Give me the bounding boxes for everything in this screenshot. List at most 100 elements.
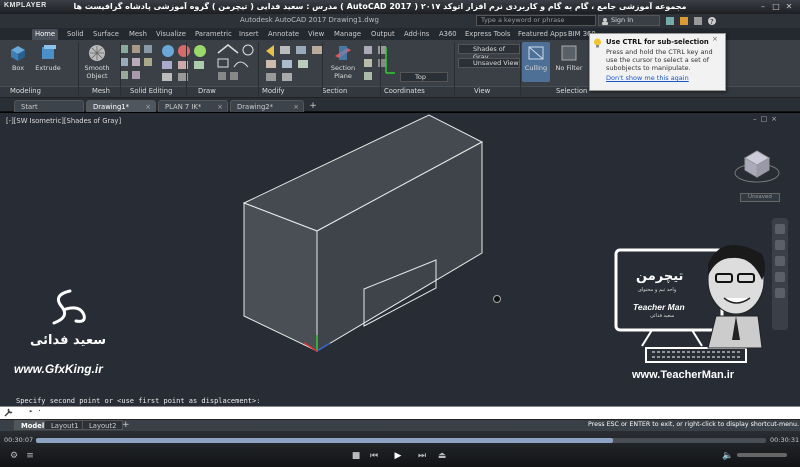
section-plane-icon xyxy=(335,46,351,60)
video-title: مجموعه آموزشی جامع ، گام به گام و کاربرد… xyxy=(73,2,687,11)
layout-tab-layout2[interactable]: Layout2 xyxy=(82,420,124,430)
visual-style-dropdown[interactable]: Shades of Gray xyxy=(458,44,520,61)
stop-icon[interactable]: ■ xyxy=(350,450,362,462)
layout-tab-layout1[interactable]: Layout1 xyxy=(44,420,86,430)
culling-button[interactable]: Culling xyxy=(522,42,550,82)
svg-text:?: ? xyxy=(710,18,714,26)
kmplayer-logo: KMPLAYER xyxy=(4,2,47,9)
panel-label-solid-editing[interactable]: Solid Editing xyxy=(130,87,172,95)
command-line-input[interactable] xyxy=(0,406,800,419)
user-icon xyxy=(602,18,608,25)
tab-mesh[interactable]: Mesh xyxy=(126,29,150,40)
signature-logo xyxy=(52,289,86,325)
acad-window-title: Autodesk AutoCAD 2017 Drawing1.dwg xyxy=(240,16,379,24)
panel-divider xyxy=(78,42,79,96)
panel-label-view[interactable]: View xyxy=(474,87,490,95)
panel-label-draw[interactable]: Draw xyxy=(198,87,216,95)
culling-icon xyxy=(528,46,544,60)
previous-icon[interactable]: ⏮ xyxy=(368,450,380,462)
maximize-icon[interactable]: □ xyxy=(771,2,781,12)
box-icon xyxy=(11,46,25,61)
new-tab-plus-icon[interactable]: + xyxy=(308,101,318,111)
settings-icon[interactable]: ⚙ xyxy=(8,450,20,462)
toolbar-icons[interactable]: ? xyxy=(666,16,726,26)
tab-featured-apps[interactable]: Featured Apps xyxy=(515,29,570,40)
dont-show-again-link[interactable]: Don't show me this again xyxy=(606,74,720,82)
file-tab-drawing1[interactable]: Drawing1* × xyxy=(86,100,156,112)
smooth-object-button[interactable]: Smooth Object xyxy=(82,42,112,82)
tab-visualize[interactable]: Visualize xyxy=(153,29,189,40)
command-history-text: Specify second point or <use first point… xyxy=(16,397,261,405)
tooltip-close-icon[interactable]: × xyxy=(712,35,720,43)
file-tab-plan[interactable]: PLAN 7 IK* × xyxy=(158,100,228,112)
orbit-icon[interactable] xyxy=(775,272,785,282)
close-tab-icon[interactable]: × xyxy=(293,101,299,113)
panel-label-mesh[interactable]: Mesh xyxy=(92,87,110,95)
watermark-author-name: سعید فدائی xyxy=(30,333,106,348)
tab-parametric[interactable]: Parametric xyxy=(192,29,235,40)
named-view-dropdown[interactable]: Unsaved View xyxy=(458,58,520,68)
mesh-tools[interactable] xyxy=(118,43,158,85)
pan-icon[interactable] xyxy=(775,240,785,250)
lightbulb-icon xyxy=(594,38,601,48)
panel-label-modify[interactable]: Modify xyxy=(262,87,285,95)
panel-divider xyxy=(454,42,455,96)
tab-view[interactable]: View xyxy=(305,29,327,40)
draw-tools[interactable] xyxy=(188,43,258,85)
play-icon[interactable]: ▶ xyxy=(392,450,404,462)
tab-annotate[interactable]: Annotate xyxy=(265,29,302,40)
view-direction-dropdown[interactable]: Top xyxy=(400,72,448,82)
modify-tools[interactable] xyxy=(262,43,330,85)
panel-label-modeling[interactable]: Modeling xyxy=(10,87,41,95)
panel-label-selection[interactable]: Selection xyxy=(556,87,587,95)
viewport-window-controls[interactable]: –□× xyxy=(753,115,781,123)
volume-icon[interactable]: 🔈 xyxy=(722,450,734,462)
eject-icon[interactable]: ⏏ xyxy=(436,450,448,462)
tab-home[interactable]: Home xyxy=(32,29,59,40)
tab-insert[interactable]: Insert xyxy=(236,29,262,40)
file-tab-drawing2[interactable]: Drawing2* × xyxy=(230,100,304,112)
panel-label-coordinates[interactable]: Coordinates xyxy=(384,87,425,95)
tab-express-tools[interactable]: Express Tools xyxy=(462,29,513,40)
minimize-icon[interactable]: – xyxy=(758,2,768,12)
tab-output[interactable]: Output xyxy=(368,29,398,40)
steering-wheel-icon[interactable] xyxy=(775,224,785,234)
filter-icon xyxy=(561,45,577,61)
watermark-gfxking-url: www.GfxKing.ir xyxy=(14,362,103,376)
extrude-button[interactable]: Extrude xyxy=(34,42,62,82)
volume-slider[interactable] xyxy=(737,453,787,457)
showmotion-icon[interactable] xyxy=(775,288,785,298)
panel-divider xyxy=(186,42,187,96)
teacherman-brand-en: Teacher Man xyxy=(633,302,685,312)
tab-manage[interactable]: Manage xyxy=(331,29,364,40)
close-tab-icon[interactable]: × xyxy=(217,101,223,113)
tab-solid[interactable]: Solid xyxy=(64,29,87,40)
panel-label-section[interactable]: Section xyxy=(322,87,347,95)
current-time: 00:30:07 xyxy=(4,436,34,444)
total-time: 00:30:31 xyxy=(770,436,800,444)
watermark-teacherman-url: www.TeacherMan.ir xyxy=(632,369,735,381)
search-input[interactable]: Type a keyword or phrase xyxy=(476,15,596,26)
tab-add-ins[interactable]: Add-ins xyxy=(401,29,432,40)
status-message: Press ESC or ENTER to exit, or right-cli… xyxy=(588,421,799,428)
next-icon[interactable]: ⏭ xyxy=(416,450,428,462)
viewport-controls-label[interactable]: [-][SW Isometric][Shades of Gray] xyxy=(6,117,121,125)
tab-a360[interactable]: A360 xyxy=(436,29,460,40)
coordinates-ucs-icon[interactable] xyxy=(384,43,396,79)
box-button[interactable]: Box xyxy=(6,42,30,82)
close-icon[interactable]: ✕ xyxy=(784,2,794,12)
playlist-icon[interactable]: ≡ xyxy=(24,450,36,462)
panel-divider xyxy=(120,42,121,96)
zoom-icon[interactable] xyxy=(775,256,785,266)
close-tab-icon[interactable]: × xyxy=(145,101,151,113)
wrench-icon[interactable] xyxy=(4,408,13,417)
no-filter-button[interactable]: No Filter xyxy=(554,42,584,82)
new-layout-plus-icon[interactable]: + xyxy=(122,420,130,430)
file-tab-start[interactable]: Start xyxy=(14,100,84,112)
navigation-bar[interactable] xyxy=(772,218,788,330)
section-plane-button[interactable]: Section Plane xyxy=(328,42,358,82)
viewcube-ucs-menu[interactable]: Unsaved xyxy=(740,193,780,202)
panel-divider xyxy=(520,42,521,96)
tab-surface[interactable]: Surface xyxy=(90,29,122,40)
panel-divider xyxy=(258,42,259,96)
